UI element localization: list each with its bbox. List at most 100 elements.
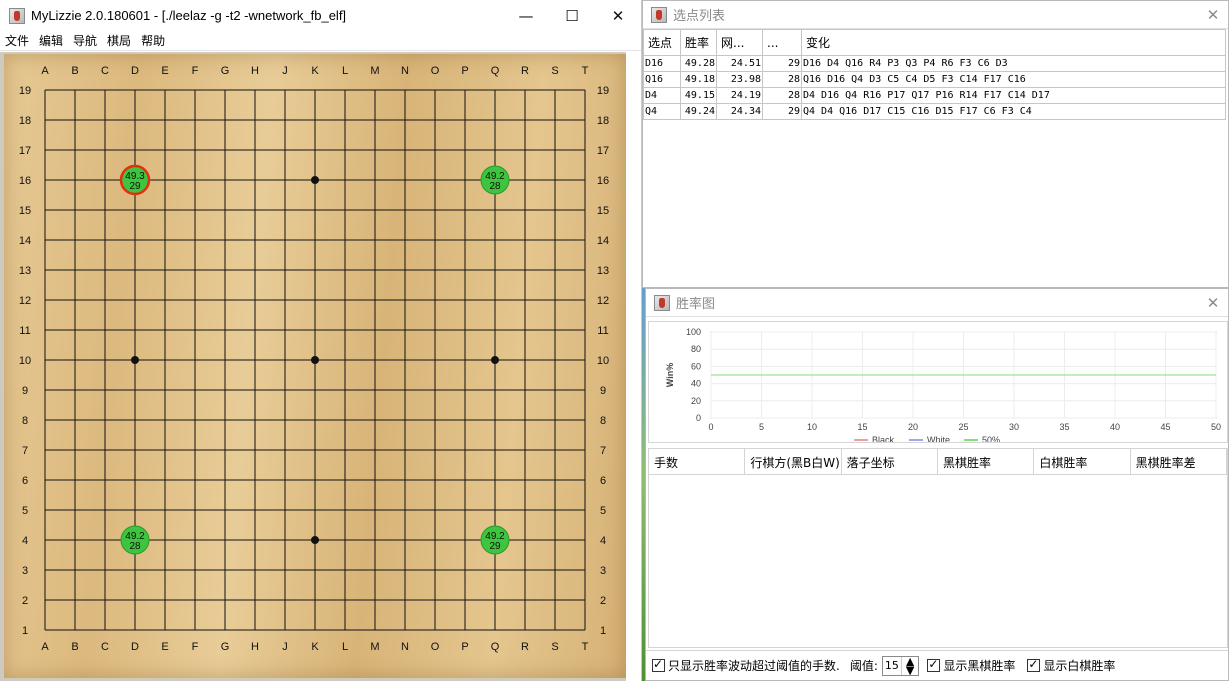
column-label: H [251, 65, 259, 77]
column-label: R [521, 641, 529, 653]
x-tick-label: 0 [708, 422, 713, 432]
y-tick-label: 100 [686, 327, 701, 337]
threshold-label: 阈值: [849, 659, 878, 673]
row-label: 11 [19, 325, 30, 337]
row-label: 8 [600, 415, 606, 427]
column-label: R [521, 65, 529, 77]
winrate-title-bar[interactable]: 胜率图 ✕ [646, 289, 1228, 317]
candidate-window-title: 选点列表 [673, 9, 726, 24]
row-label: 3 [600, 565, 606, 577]
cell-variation: Q4 D4 Q16 D17 C15 C16 D15 F17 C6 F3 C4 [801, 103, 1226, 120]
column-label: D [131, 65, 139, 77]
winrate-chart: 0 20 40 60 80 100 0 5 10 15 20 25 30 35 40 45 50 Win% Blac… [648, 321, 1228, 445]
go-board[interactable]: A A B B C C D D E E F F G G H H J J K K L L M M N N O O P P Q Q R R S S T T 19… [4, 54, 626, 678]
show-white-checkbox[interactable] [1027, 657, 1041, 672]
table-row[interactable]: D4 49.15 24.19 28 D4 D16 Q4 R16 P17 Q17 … [643, 87, 1226, 104]
column-header[interactable]: 网... [716, 29, 763, 56]
table-row[interactable]: D16 49.28 24.51 29 D16 D4 Q16 R4 P3 Q3 P… [643, 55, 1226, 72]
minimize-button[interactable]: — [503, 0, 549, 31]
legend-label: 50% [982, 435, 1000, 442]
row-label: 18 [19, 115, 31, 127]
winrate-window-title: 胜率图 [676, 297, 716, 312]
column-label: C [101, 641, 109, 653]
java-app-icon [651, 6, 667, 23]
column-header[interactable]: 白棋胜率 [1034, 449, 1131, 474]
row-label: 10 [19, 355, 31, 367]
filter-label: 只显示胜率波动超过阈值的手数. [668, 659, 840, 673]
row-label: 12 [19, 295, 31, 307]
column-header[interactable]: 行棋方(黑B白W) [745, 449, 842, 474]
candidate-move[interactable]: 49.229 [480, 525, 510, 555]
column-label: M [370, 641, 379, 653]
filter-checkbox[interactable] [652, 657, 665, 672]
board-grid[interactable]: AABBCCDDEEFFGGHHJJKKLLMMNNOOPPQQRRSSTT19… [4, 54, 626, 678]
column-label: S [551, 641, 558, 653]
window-title: MyLizzie 2.0.180601 - [./leelaz -g -t2 -… [31, 8, 347, 23]
column-label: N [401, 65, 409, 77]
menu-help[interactable]: 帮助 [141, 32, 165, 49]
column-header[interactable]: ... [762, 29, 802, 56]
column-header[interactable]: 黑棋胜率差 [1131, 449, 1227, 474]
menu-edit[interactable]: 编辑 [39, 32, 63, 49]
row-label: 4 [22, 535, 28, 547]
x-tick-label: 10 [807, 422, 817, 432]
column-label: Q [491, 65, 500, 77]
table-row[interactable]: Q16 49.18 23.98 28 Q16 D16 Q4 D3 C5 C4 D… [643, 71, 1226, 88]
row-label: 5 [22, 505, 28, 517]
column-header[interactable]: 手数 [649, 449, 746, 474]
row-label: 18 [597, 115, 609, 127]
show-black-checkbox[interactable] [927, 657, 941, 672]
candidate-move[interactable]: 49.228 [120, 525, 150, 555]
close-icon[interactable]: ✕ [1198, 6, 1228, 24]
column-label: C [101, 65, 109, 77]
candidate-move[interactable]: 49.329 [119, 164, 151, 196]
column-header[interactable]: 胜率 [680, 29, 717, 56]
candidate-move[interactable]: 49.228 [480, 165, 510, 195]
x-tick-label: 5 [759, 422, 764, 432]
maximize-button[interactable]: ☐ [549, 0, 595, 31]
row-label: 13 [597, 265, 609, 277]
threshold-spinner[interactable]: 15 ▲ ▼ [881, 655, 920, 676]
close-button[interactable]: ✕ [595, 0, 641, 31]
title-bar[interactable]: MyLizzie 2.0.180601 - [./leelaz -g -t2 -… [0, 0, 641, 31]
column-header[interactable]: 变化 [801, 29, 1226, 56]
menu-game[interactable]: 棋局 [107, 32, 131, 49]
spinner-arrows[interactable]: ▲ ▼ [900, 656, 918, 676]
column-label: P [461, 65, 468, 77]
row-label: 1 [22, 625, 28, 637]
column-label: F [192, 65, 199, 77]
x-tick-label: 15 [857, 422, 867, 432]
row-label: 7 [22, 445, 28, 457]
x-tick-label: 50 [1211, 422, 1221, 432]
close-icon[interactable]: ✕ [1198, 294, 1228, 312]
spinner-down-icon[interactable]: ▼ [904, 665, 916, 676]
x-tick-label: 20 [908, 422, 918, 432]
candidate-title-bar[interactable]: 选点列表 ✕ [643, 1, 1228, 29]
row-label: 19 [597, 85, 609, 97]
star-point [311, 356, 319, 364]
column-header[interactable]: 落子坐标 [842, 449, 938, 474]
y-tick-label: 80 [691, 344, 701, 354]
column-label: D [131, 641, 139, 653]
row-label: 2 [22, 595, 28, 607]
column-label: K [311, 641, 319, 653]
menu-navigate[interactable]: 导航 [73, 32, 97, 49]
board-area: A A B B C C D D E E F F G G H H J J K K L L M M N N O O P P Q Q R R S S T T 19… [0, 52, 626, 681]
row-label: 17 [19, 145, 31, 157]
menu-file[interactable]: 文件 [5, 32, 29, 49]
threshold-value: 15 [884, 659, 899, 672]
winrate-window: 胜率图 ✕ 0 20 40 60 80 100 0 5 10 15 20 25 30 35 40 45 50 Wi… [645, 288, 1229, 681]
column-label: O [431, 641, 440, 653]
row-label: 15 [597, 205, 609, 217]
x-tick-label: 35 [1059, 422, 1069, 432]
cell-variation: Q16 D16 Q4 D3 C5 C4 D5 F3 C14 F17 C16 [801, 71, 1226, 88]
cell-winrate: 49.18 [680, 71, 717, 88]
x-tick-label: 25 [958, 422, 968, 432]
column-header[interactable]: 选点 [643, 29, 681, 56]
table-header: 选点 胜率 网... ... 变化 [643, 29, 1226, 56]
table-row[interactable]: Q4 49.24 24.34 29 Q4 D4 Q16 D17 C15 C16 … [643, 103, 1226, 120]
column-label: B [71, 65, 78, 77]
star-point [131, 356, 139, 364]
main-window: MyLizzie 2.0.180601 - [./leelaz -g -t2 -… [0, 0, 642, 681]
column-header[interactable]: 黑棋胜率 [938, 449, 1035, 474]
